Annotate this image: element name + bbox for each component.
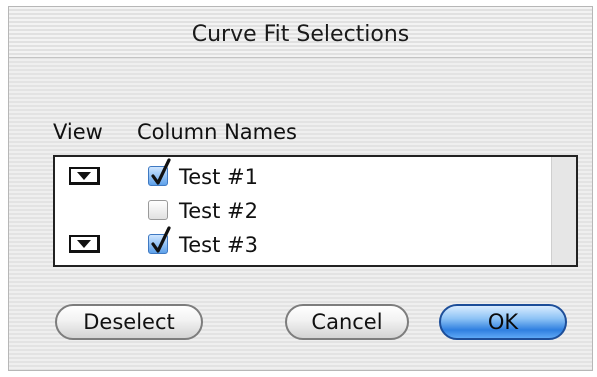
triangle-down-icon <box>77 240 91 248</box>
list-item: Test #1 <box>55 158 552 193</box>
column-names-header: Column Names <box>137 120 297 144</box>
triangle-down-icon <box>77 172 91 180</box>
checkbox-test-2[interactable] <box>148 200 168 220</box>
list-item-label: Test #2 <box>179 199 258 223</box>
checkmark-icon <box>151 158 171 185</box>
view-column-header: View <box>53 120 103 144</box>
title-bar[interactable]: Curve Fit Selections <box>9 7 592 58</box>
view-popup-button[interactable] <box>69 167 100 185</box>
deselect-button[interactable]: Deselect <box>55 304 203 340</box>
list-item: Test #3 <box>55 226 552 261</box>
dialog-title: Curve Fit Selections <box>191 22 410 47</box>
list-item-label: Test #3 <box>179 233 258 257</box>
cancel-button[interactable]: Cancel <box>285 304 409 340</box>
list-scrollbar[interactable] <box>551 157 576 265</box>
curve-fit-dialog: Curve Fit Selections View Column Names T… <box>8 6 593 371</box>
column-list: Test #1 Test #2 Test #3 <box>53 155 578 267</box>
list-item: Test #2 <box>55 197 552 227</box>
checkbox-test-1[interactable] <box>148 158 171 186</box>
checkbox-test-3[interactable] <box>148 226 171 254</box>
checkmark-icon <box>151 226 171 253</box>
list-item-label: Test #1 <box>179 165 258 189</box>
ok-button[interactable]: OK <box>439 304 567 340</box>
view-popup-button[interactable] <box>69 235 100 253</box>
